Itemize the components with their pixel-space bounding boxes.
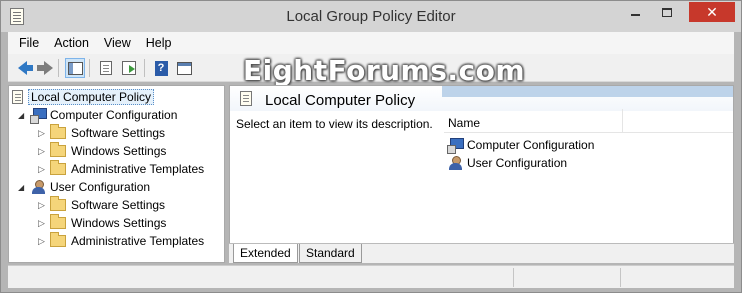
details-title: Local Computer Policy: [265, 92, 416, 109]
column-divider[interactable]: [622, 109, 623, 133]
tree-item-label: Software Settings: [71, 198, 166, 212]
computer-icon: [447, 138, 464, 154]
help-button[interactable]: ?: [151, 58, 171, 78]
tree-item-windows-settings[interactable]: ▷ Windows Settings: [38, 214, 166, 232]
list-item-label: Computer Configuration: [467, 138, 595, 152]
details-pane: Local Computer Policy Select an item to …: [229, 85, 734, 263]
tree-item-computer-configuration[interactable]: ◢ Computer Configuration: [18, 106, 177, 124]
show-hide-tree-icon: [67, 61, 83, 75]
tree-item-administrative-templates[interactable]: ▷ Administrative Templates: [38, 160, 204, 178]
properties-button[interactable]: [96, 58, 116, 78]
expand-arrow-icon[interactable]: ▷: [38, 200, 47, 211]
tree-item-label: Local Computer Policy: [28, 89, 155, 105]
list-item-label: User Configuration: [467, 156, 568, 170]
tree-item-label: Administrative Templates: [71, 162, 205, 176]
header-accent-band: [442, 86, 733, 97]
minimize-icon: [630, 14, 640, 16]
expand-arrow-icon[interactable]: ▷: [38, 128, 47, 139]
user-icon: [447, 155, 463, 171]
menu-view[interactable]: View: [97, 36, 139, 50]
maximize-icon: [662, 7, 672, 17]
app-window: Local Group Policy Editor ✕ File Action …: [0, 0, 742, 293]
computer-icon: [30, 108, 47, 124]
status-cell: [513, 268, 613, 287]
back-button[interactable]: [12, 58, 33, 78]
folder-icon: [50, 124, 66, 139]
list-item-user-configuration[interactable]: User Configuration: [447, 154, 567, 172]
folder-icon: [50, 142, 66, 157]
tree-item-administrative-templates[interactable]: ▷ Administrative Templates: [38, 232, 204, 250]
tree-item-label: Windows Settings: [71, 144, 167, 158]
tree-item-software-settings[interactable]: ▷ Software Settings: [38, 124, 165, 142]
tree-item-label: Software Settings: [71, 126, 166, 140]
folder-icon: [50, 196, 66, 211]
menu-help[interactable]: Help: [139, 36, 180, 50]
tree-item-root[interactable]: Local Computer Policy: [12, 88, 155, 106]
status-cell: [620, 268, 730, 287]
toolbar-separator: [89, 59, 90, 77]
tree-item-user-configuration[interactable]: ◢ User Configuration: [18, 178, 150, 196]
back-icon: [17, 61, 33, 75]
eightforums-watermark: EightForums.com: [243, 54, 526, 87]
tree-item-label: Administrative Templates: [71, 234, 205, 248]
description-text: Select an item to view its description.: [236, 117, 433, 131]
tree-item-software-settings[interactable]: ▷ Software Settings: [38, 196, 165, 214]
properties-doc-icon: [100, 61, 112, 75]
status-bar: [8, 265, 734, 288]
details-header: Local Computer Policy: [230, 86, 733, 111]
console-tree: Local Computer Policy ◢ Computer Configu…: [8, 85, 225, 263]
forward-icon: [36, 61, 53, 75]
tab-extended[interactable]: Extended: [233, 244, 298, 263]
menu-action[interactable]: Action: [47, 36, 97, 50]
maximize-button[interactable]: [653, 2, 681, 22]
show-hide-action-pane-button[interactable]: [174, 58, 194, 78]
folder-icon: [50, 160, 66, 175]
close-icon: ✕: [706, 4, 718, 20]
expand-arrow-icon[interactable]: ▷: [38, 218, 47, 229]
folder-icon: [50, 232, 66, 247]
tab-standard[interactable]: Standard: [299, 244, 362, 263]
user-icon: [30, 179, 46, 195]
menu-bar: File Action View Help: [8, 32, 734, 54]
minimize-button[interactable]: [621, 2, 649, 22]
tree-item-label: Windows Settings: [71, 216, 167, 230]
tree-item-label: User Configuration: [50, 180, 151, 194]
toolbar-separator: [58, 59, 59, 77]
export-list-icon: [122, 61, 136, 75]
column-header-name[interactable]: Name: [448, 116, 480, 130]
collapse-arrow-icon[interactable]: ◢: [18, 111, 27, 120]
expand-arrow-icon[interactable]: ▷: [38, 164, 47, 175]
list-header: Name: [444, 109, 733, 133]
show-hide-tree-button[interactable]: [65, 58, 85, 78]
forward-button[interactable]: [34, 58, 54, 78]
expand-arrow-icon[interactable]: ▷: [38, 236, 47, 247]
policy-icon: [240, 91, 252, 106]
expand-arrow-icon[interactable]: ▷: [38, 146, 47, 157]
policy-icon: [12, 90, 23, 104]
menu-file[interactable]: File: [8, 36, 47, 50]
show-hide-action-pane-icon: [176, 61, 192, 75]
tree-item-windows-settings[interactable]: ▷ Windows Settings: [38, 142, 166, 160]
list-item-computer-configuration[interactable]: Computer Configuration: [447, 136, 594, 154]
folder-icon: [50, 214, 66, 229]
title-bar[interactable]: Local Group Policy Editor ✕: [1, 1, 741, 32]
view-tabs: Extended Standard: [229, 243, 734, 263]
help-icon: ?: [154, 60, 168, 76]
collapse-arrow-icon[interactable]: ◢: [18, 183, 27, 192]
tree-item-label: Computer Configuration: [50, 108, 178, 122]
toolbar-separator: [144, 59, 145, 77]
close-button[interactable]: ✕: [689, 2, 735, 22]
export-list-button[interactable]: [119, 58, 139, 78]
